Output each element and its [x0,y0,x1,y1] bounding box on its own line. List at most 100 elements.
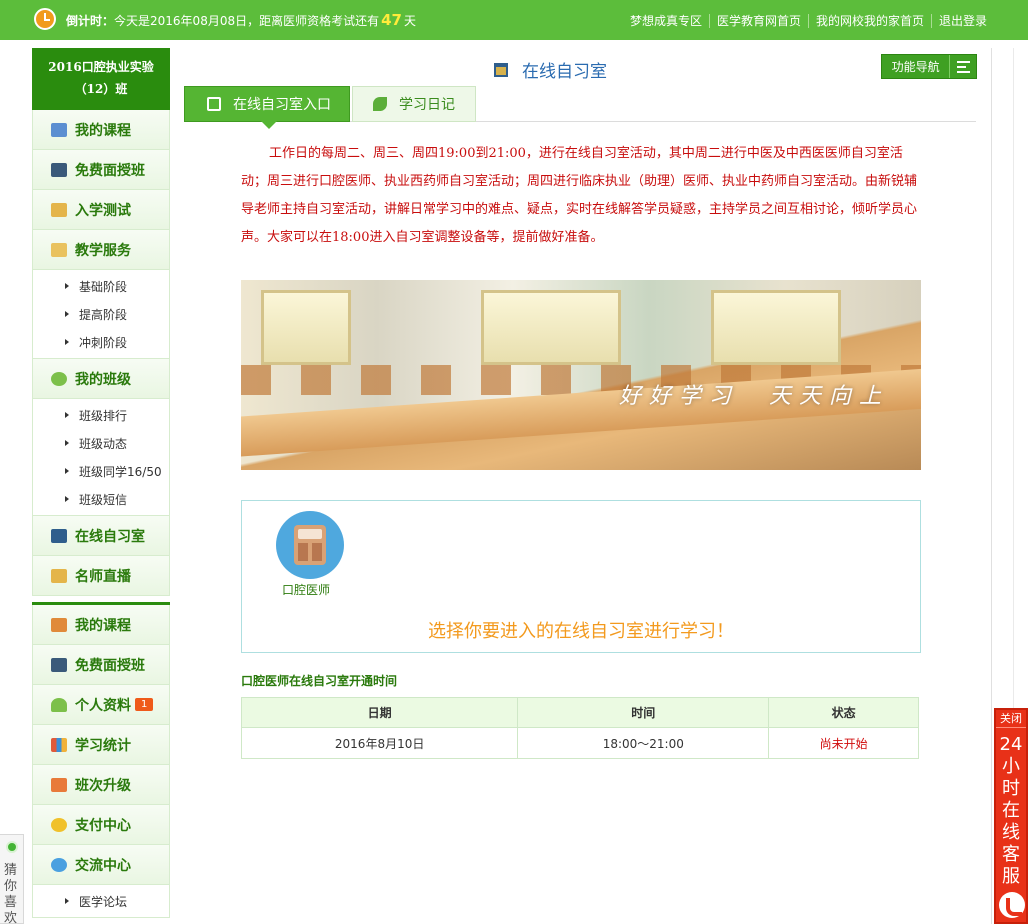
sidebar-item-label: 教学服务 [75,242,131,259]
sidebar-sub-basic[interactable]: 基础阶段 [33,272,169,300]
exam-countdown: 倒计时：今天是2016年08月08日，距离医师资格考试还有 47 天 [66,11,416,29]
link-med-edu-home[interactable]: 医学教育网首页 [708,14,808,28]
sidebar-sub-ranking[interactable]: 班级排行 [33,401,169,429]
pencil-note-icon [51,568,67,583]
sidebar-item-free-class-2[interactable]: 免费面授班 [32,645,170,685]
sidebar-item-label: 我的班级 [75,371,131,388]
class-sub-list: 班级排行 班级动态 班级同学16/50 班级短信 [32,399,170,516]
course-icon [51,617,67,632]
page-title: 在线自习室 [494,57,607,82]
teaching-sub-list: 基础阶段 提高阶段 冲刺阶段 [32,270,170,359]
schedule-header-status: 状态 [768,697,919,728]
tab-study-diary[interactable]: 学习日记 [352,86,476,122]
link-logout[interactable]: 退出登录 [930,14,994,28]
sidebar-sub-classmates[interactable]: 班级同学16/50 [33,457,169,485]
class-name[interactable]: 2016口腔执业实验（12）班 [32,48,170,110]
schedule-status: 尚未开始 [768,727,919,759]
room-dental-physician[interactable]: 口腔医师 [282,581,330,598]
customer-service-float[interactable]: 关闭 24小时在线客服 [994,708,1028,924]
guess-label: 猜你喜欢 [4,863,18,924]
countdown-text: 今天是2016年08月08日，距离医师资格考试还有 [114,14,380,28]
tab-label: 学习日记 [399,97,455,113]
sidebar-item-stats[interactable]: 学习统计 [32,725,170,765]
community-sub-list: 医学论坛 [32,885,170,918]
close-button[interactable]: 关闭 [996,710,1026,728]
tab-study-room-entry[interactable]: 在线自习室入口 [184,86,350,129]
guess-you-like-float[interactable]: 猜你喜欢 [0,834,24,924]
service-text: 24小时在线客服 [999,734,1023,887]
sidebar-item-label: 个人资料 [75,697,131,714]
sidebar-sub-sms[interactable]: 班级短信 [33,485,169,513]
sidebar-sub-forum[interactable]: 医学论坛 [33,887,169,915]
banner-window [711,290,841,365]
sidebar-item-label: 支付中心 [75,817,131,834]
sidebar-item-entrance-test[interactable]: 入学测试 [32,190,170,230]
sidebar-item-my-class[interactable]: 我的班级 [32,359,170,399]
phone-icon[interactable] [999,892,1025,918]
users-icon [51,371,67,386]
leaf-pen-icon [373,97,387,111]
sidebar-item-payment[interactable]: 支付中心 [32,805,170,845]
schedule-header-time: 时间 [517,697,770,728]
sidebar-item-label: 免费面授班 [75,657,145,674]
sidebar-sub-sprint[interactable]: 冲刺阶段 [33,328,169,356]
function-nav-label: 功能导航 [891,60,940,74]
sidebar-item-label: 交流中心 [75,857,131,874]
top-bar: 倒计时：今天是2016年08月08日，距离医师资格考试还有 47 天 梦想成真专区医… [0,0,1028,40]
table-row: 2016年8月10日 18:00～21:00 尚未开始 [240,727,919,759]
countdown-unit: 天 [403,14,416,28]
tab-label: 在线自习室入口 [233,97,331,113]
sidebar-item-label: 我的课程 [75,122,131,139]
sidebar-item-live[interactable]: 名师直播 [32,556,170,596]
sidebar-item-label: 班次升级 [75,777,131,794]
person-icon [51,697,67,712]
sidebar-item-label: 在线自习室 [75,528,145,545]
monitor-icon [51,162,67,177]
sidebar-sub-advanced[interactable]: 提高阶段 [33,300,169,328]
menu-icon [949,55,976,78]
sidebar-item-community[interactable]: 交流中心 [32,845,170,885]
sidebar-item-label: 免费面授班 [75,162,145,179]
banner-window [481,290,621,365]
page-title-text: 在线自习室 [522,62,607,82]
monitor-icon [51,657,67,672]
calculator-icon[interactable] [276,511,344,579]
enter-door-icon [207,97,221,111]
bar-chart-icon [51,737,67,752]
schedule-table: 日期 时间 状态 2016年8月10日 18:00～21:00 尚未开始 [240,697,919,759]
clock-icon [34,8,56,30]
study-room-selector: 口腔医师 选择你要进入的在线自习室进行学习！ [241,500,921,653]
sidebar-item-upgrade[interactable]: 班次升级 [32,765,170,805]
study-room-icon [51,528,67,543]
tab-bar: 在线自习室入口 学习日记 [184,86,976,129]
sidebar-item-my-course-2[interactable]: 我的课程 [32,605,170,645]
function-nav-button[interactable]: 功能导航 [881,54,977,79]
schedule-date: 2016年8月10日 [240,727,519,759]
schedule-header-date: 日期 [240,697,519,728]
schedule-time: 18:00～21:00 [517,727,770,759]
link-my-school-home[interactable]: 我的网校我的家首页 [807,14,931,28]
sidebar-item-teaching-service[interactable]: 教学服务 [32,230,170,270]
status-dot-icon [6,841,18,853]
sidebar-item-my-course[interactable]: 我的课程 [32,110,170,150]
profile-badge: 1 [135,698,154,711]
sidebar-item-free-class[interactable]: 免费面授班 [32,150,170,190]
room-select-prompt: 选择你要进入的在线自习室进行学习！ [428,621,734,642]
classroom-banner: 好好学习 天天向上 [241,280,921,470]
page-edge [1013,48,1014,708]
sidebar-item-label: 名师直播 [75,568,131,585]
banner-slogan: 好好学习 天天向上 [619,384,890,409]
coins-icon [51,817,67,832]
sidebar-item-study-room[interactable]: 在线自习室 [32,516,170,556]
sidebar: 2016口腔执业实验（12）班 我的课程 免费面授班 入学测试 教学服务 基础阶… [32,48,170,918]
sidebar-item-label: 我的课程 [75,617,131,634]
countdown-label: 倒计时： [66,14,115,28]
pencil-note-icon [51,202,67,217]
top-links: 梦想成真专区 医学教育网首页 我的网校我的家首页 退出登录 [623,12,994,29]
sidebar-sub-news[interactable]: 班级动态 [33,429,169,457]
countdown-days: 47 [381,11,402,29]
course-icon [51,122,67,137]
sidebar-item-profile[interactable]: 个人资料 1 [32,685,170,725]
calendar-icon [51,242,67,257]
link-dream-zone[interactable]: 梦想成真专区 [623,14,709,28]
